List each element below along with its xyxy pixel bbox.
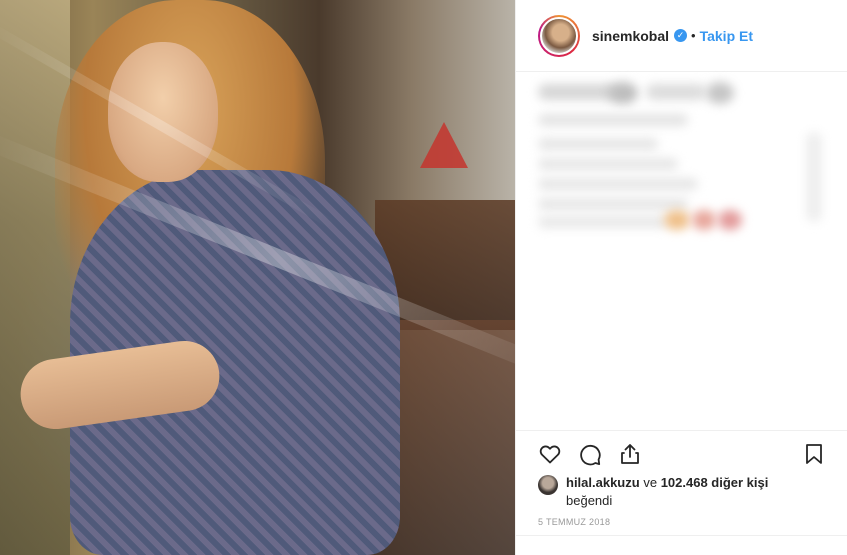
liker-avatar[interactable] <box>538 475 558 495</box>
blurred-text-block <box>538 178 698 190</box>
blurred-emoji-block <box>692 210 716 230</box>
photo-red-star-decoration <box>420 122 468 168</box>
avatar-story-ring[interactable] <box>538 14 580 57</box>
likes-suffix: beğendi <box>566 493 613 508</box>
username-link[interactable]: sinemkobal <box>592 28 669 44</box>
blurred-text-block <box>538 158 678 170</box>
blurred-text-block <box>646 84 706 100</box>
likes-connector: ve <box>643 475 658 490</box>
header-separator: • <box>691 28 696 43</box>
instagram-post: sinemkobal ✓ • Takip Et hilal.akkuzu ve … <box>0 0 847 555</box>
verified-badge-icon: ✓ <box>674 29 688 42</box>
blurred-text-block <box>538 114 688 126</box>
bookmark-icon[interactable] <box>800 440 828 468</box>
blurred-text-block <box>608 82 638 104</box>
follow-button[interactable]: Takip Et <box>700 28 753 44</box>
blurred-text-block <box>538 216 668 228</box>
blurred-emoji-block <box>718 210 742 230</box>
divider <box>516 535 847 536</box>
liker-username-link[interactable]: hilal.akkuzu <box>566 475 640 490</box>
blurred-text-block <box>706 82 734 104</box>
comment-icon[interactable] <box>576 440 604 468</box>
likes-count-link[interactable]: 102.468 diğer kişi <box>661 475 769 490</box>
share-icon[interactable] <box>616 440 644 468</box>
post-header: sinemkobal ✓ • Takip Et <box>516 0 847 72</box>
heart-icon[interactable] <box>536 440 564 468</box>
blurred-caption <box>516 72 847 428</box>
post-date[interactable]: 5 TEMMUZ 2018 <box>538 517 610 527</box>
post-side-panel: sinemkobal ✓ • Takip Et hilal.akkuzu ve … <box>515 0 847 555</box>
avatar[interactable] <box>540 16 578 55</box>
post-photo[interactable] <box>0 0 515 555</box>
blurred-text-block <box>538 138 658 150</box>
likes-text: hilal.akkuzu ve 102.468 diğer kişi beğen… <box>566 474 768 510</box>
post-actions-bar <box>516 430 847 476</box>
blurred-text-block <box>538 84 618 100</box>
likes-summary: hilal.akkuzu ve 102.468 diğer kişi beğen… <box>538 474 838 510</box>
blurred-emoji-block <box>664 210 690 230</box>
photo-window-frame <box>0 0 70 555</box>
blurred-text-block <box>806 132 822 222</box>
photo-subject-face <box>108 42 218 182</box>
blurred-text-block <box>538 198 688 210</box>
